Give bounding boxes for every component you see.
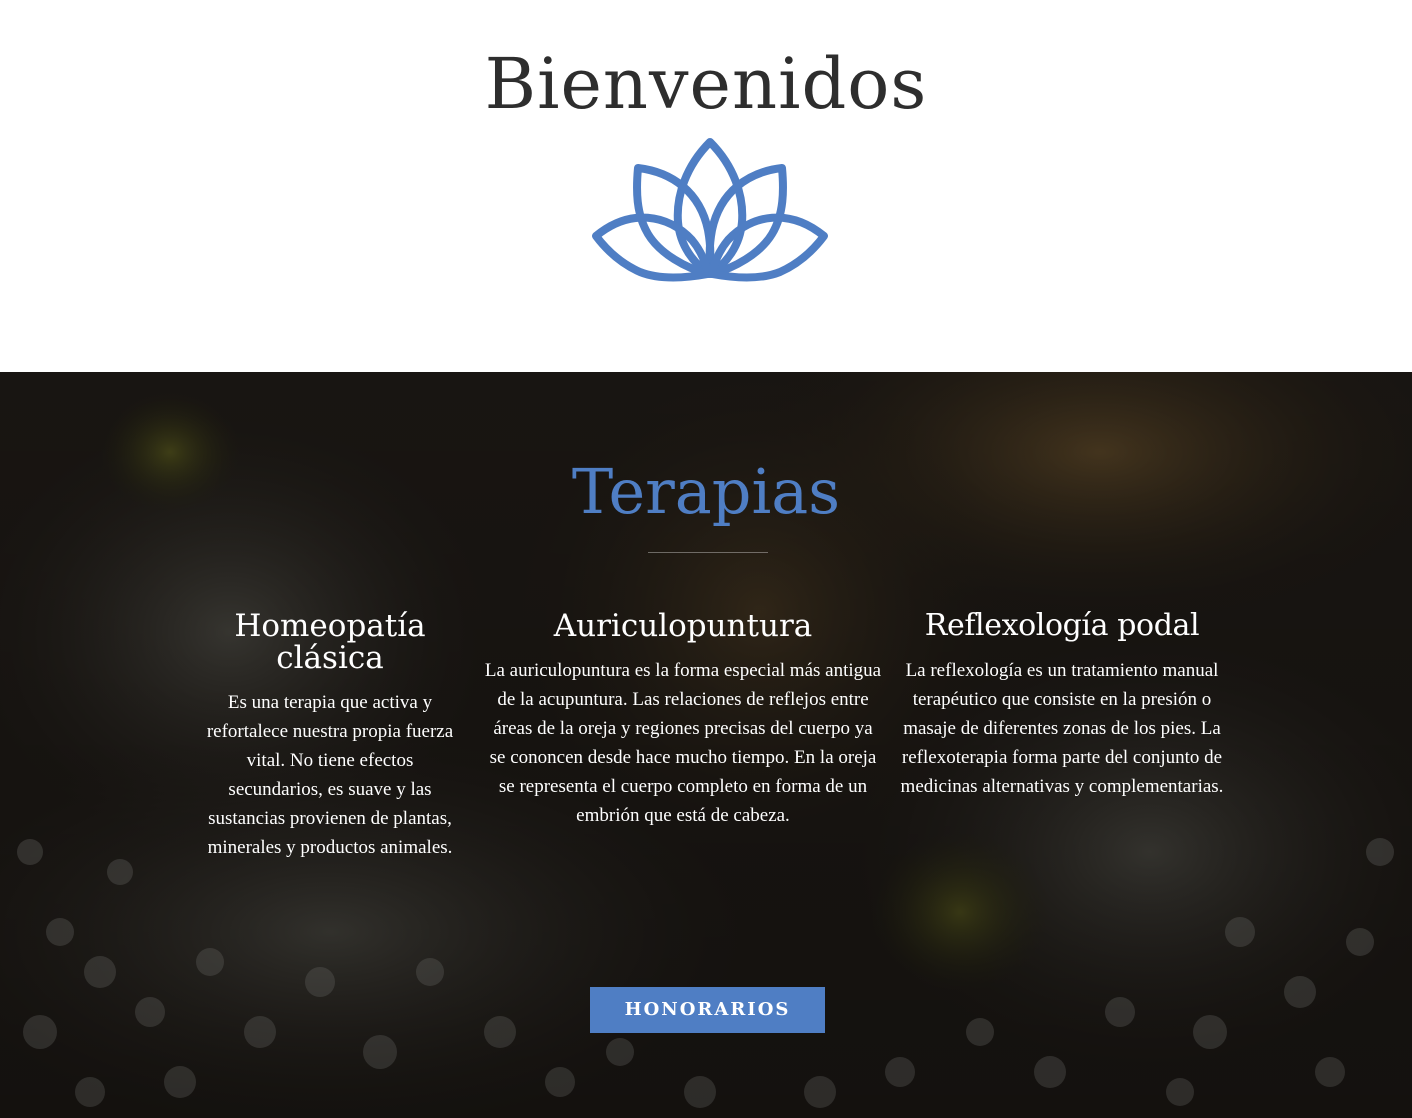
therapy-auriculopuncture: Auriculopuntura La auriculopuntura es la… <box>484 610 882 830</box>
welcome-section: Bienvenidos <box>0 0 1412 372</box>
therapy-title: Auriculopuntura <box>553 608 813 644</box>
therapy-homeopathy: Homeopatía clásica Es una terapia que ac… <box>200 610 460 862</box>
therapy-description: La reflexología es un tratamiento manual… <box>900 660 1224 797</box>
therapy-reflexology: Reflexología podal La reflexología es un… <box>900 610 1224 801</box>
lotus-icon <box>592 138 828 282</box>
title-divider <box>648 552 768 553</box>
section-title: Terapias <box>571 455 841 528</box>
therapy-title: Reflexología podal <box>924 608 1200 643</box>
therapies-section: Terapias Homeopatía clásica Es una terap… <box>0 372 1412 1118</box>
therapy-title: Homeopatía clásica <box>234 608 426 676</box>
therapy-description: La auriculopuntura es la forma especial … <box>484 660 882 826</box>
therapy-description: Es una terapia que activa y refortalece … <box>206 692 454 858</box>
welcome-title: Bienvenidos <box>484 43 928 125</box>
honorarios-button[interactable]: HONORARIOS <box>590 987 825 1033</box>
